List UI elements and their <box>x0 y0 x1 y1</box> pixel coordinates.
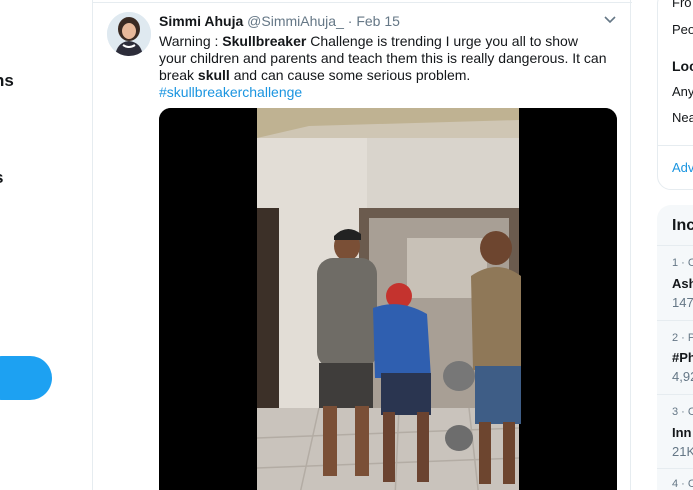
left-navigation: ns s <box>0 0 92 490</box>
hashtag-link[interactable]: #skullbreakerchallenge <box>159 84 302 100</box>
trend-meta: 2 · P <box>672 332 693 344</box>
video-frame <box>159 108 617 490</box>
tweet-date[interactable]: Feb 15 <box>356 13 400 29</box>
tweet-text-bold-skullbreaker: Skullbreaker <box>222 33 307 49</box>
divider <box>657 145 693 146</box>
trend-count: 21K <box>672 444 693 459</box>
filter-from[interactable]: Fro <box>672 0 692 10</box>
location-heading: Loc <box>672 58 693 74</box>
tweet-text-bold-skull: skull <box>197 67 230 83</box>
chevron-down-icon[interactable] <box>602 13 618 27</box>
avatar[interactable] <box>107 12 151 56</box>
location-anywhere[interactable]: Any <box>672 84 693 99</box>
timeline-column: Simmi Ahuja @SimmiAhuja_ · Feb 15 Warnin… <box>92 0 632 490</box>
tweet-header: Simmi Ahuja @SimmiAhuja_ · Feb 15 <box>159 13 400 29</box>
right-sidebar: Fro Peo Loc Any Nea Adv Inc 1 · C Ash 14… <box>657 0 693 490</box>
trend-title[interactable]: Ash <box>672 276 693 291</box>
trend-title[interactable]: #Ph <box>672 350 693 365</box>
divider <box>657 320 693 321</box>
divider <box>657 468 693 469</box>
trend-meta: 3 · C <box>672 406 693 418</box>
tweet-text-suffix: and can cause some serious problem. <box>229 67 471 83</box>
divider <box>657 394 693 395</box>
tweet-text-prefix: Warning : <box>159 33 223 49</box>
divider <box>93 0 632 3</box>
trend-meta: 1 · C <box>672 257 693 269</box>
tweet-text: Warning : Skullbreaker Challenge is tren… <box>159 33 609 101</box>
nav-item-bookmarks[interactable]: s <box>0 168 3 188</box>
trend-count: 147 <box>672 295 693 310</box>
separator-dot: · <box>347 13 353 29</box>
advanced-search-link[interactable]: Adv <box>672 160 693 175</box>
trend-title[interactable]: Inn <box>672 425 692 440</box>
author-name[interactable]: Simmi Ahuja <box>159 13 243 29</box>
filter-people[interactable]: Peo <box>672 22 693 37</box>
trends-heading: Inc <box>672 217 693 234</box>
trend-count: 4,92 <box>672 369 693 384</box>
tweet-button[interactable] <box>0 356 52 400</box>
location-near-you[interactable]: Nea <box>672 110 693 125</box>
avatar-photo <box>107 12 151 56</box>
trend-meta: 4 · C <box>672 478 693 490</box>
nav-item-notifications[interactable]: ns <box>0 71 14 91</box>
author-handle[interactable]: @SimmiAhuja_ <box>247 13 344 29</box>
tweet-video[interactable] <box>159 108 617 490</box>
divider <box>657 245 693 246</box>
